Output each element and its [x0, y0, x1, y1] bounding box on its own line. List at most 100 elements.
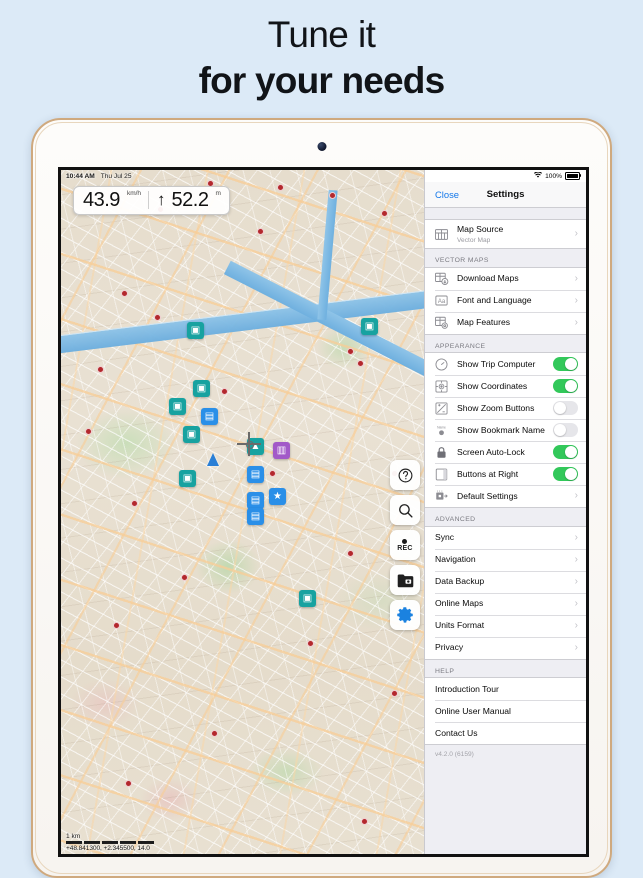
poi-badge-museum[interactable]: ▣ — [361, 318, 378, 335]
poi-dot[interactable] — [131, 500, 138, 507]
poi-dot[interactable] — [307, 640, 314, 647]
settings-row-label: Buttons at Right — [457, 468, 519, 479]
settings-row-label: Navigation — [435, 554, 476, 564]
record-button[interactable]: REC — [390, 530, 420, 560]
photo-folder-button[interactable] — [390, 565, 420, 595]
settings-group-advanced: Sync › Navigation › Data Backup › Online… — [425, 525, 586, 660]
font-language-icon: Aa — [433, 292, 450, 309]
poi-badge-museum[interactable]: ▣ — [299, 590, 316, 607]
poi-badge-star[interactable]: ★ — [269, 488, 286, 505]
poi-dot[interactable] — [97, 366, 104, 373]
poi-dot[interactable] — [277, 184, 284, 191]
settings-row-label: Show Bookmark Name — [457, 424, 545, 435]
headline-line-2: for your needs — [198, 60, 446, 101]
settings-row-online-maps[interactable]: Online Maps › — [425, 592, 586, 615]
poi-dot[interactable] — [347, 550, 354, 557]
section-header-help: HELP — [425, 659, 586, 677]
coordinates-icon — [433, 378, 450, 395]
poi-dot[interactable] — [361, 818, 368, 825]
close-button[interactable]: Close — [435, 189, 459, 200]
poi-dot[interactable] — [257, 228, 264, 235]
poi-dot[interactable] — [221, 388, 228, 395]
poi-badge-museum[interactable]: ▣ — [187, 322, 204, 339]
search-icon — [397, 502, 414, 519]
toggle-show-zoom-buttons[interactable] — [553, 400, 578, 416]
settings-row-label: Privacy — [435, 642, 464, 652]
battery-percent-label: 100% — [545, 172, 562, 180]
poi-dot[interactable] — [181, 574, 188, 581]
altitude-unit: m — [215, 190, 221, 197]
settings-row-font-and-language[interactable]: Aa Font and Language › — [425, 289, 586, 312]
settings-navbar: Settings Close — [425, 182, 586, 208]
settings-list[interactable]: Map Source Vector Map › VECTOR MAPS Down… — [425, 208, 586, 854]
poi-badge-poi[interactable]: ▤ — [247, 492, 264, 509]
toggle-buttons-at-right[interactable] — [553, 466, 578, 482]
poi-badge-poi[interactable]: ▤ — [247, 508, 264, 525]
current-position-arrow — [207, 453, 219, 466]
settings-row-label: Font and Language — [457, 295, 532, 305]
buttons-right-icon — [433, 466, 450, 483]
headline-line-1: Tune it — [267, 14, 376, 55]
settings-row-buttons-at-right[interactable]: Buttons at Right — [425, 463, 586, 485]
poi-dot[interactable] — [211, 730, 218, 737]
poi-badge-museum[interactable]: ▣ — [169, 398, 186, 415]
settings-row-map-features[interactable]: Map Features › — [425, 311, 586, 334]
app-version-label: v4.2.0 (6159) — [425, 745, 586, 764]
settings-gear-button[interactable] — [390, 600, 420, 630]
section-header-advanced: ADVANCED — [425, 508, 586, 526]
poi-dot[interactable] — [329, 192, 336, 199]
toggle-show-bookmark-name[interactable] — [553, 422, 578, 438]
poi-badge-poi[interactable]: ▤ — [247, 466, 264, 483]
map-floating-toolbar: REC — [390, 460, 420, 630]
poi-badge-poi[interactable]: ▤ — [201, 408, 218, 425]
settings-row-data-backup[interactable]: Data Backup › — [425, 570, 586, 593]
toggle-show-trip-computer[interactable] — [553, 356, 578, 372]
settings-row-show-trip-computer[interactable]: Show Trip Computer — [425, 353, 586, 375]
settings-row-label: Map Features — [457, 317, 511, 327]
map-center-crosshair — [237, 432, 261, 456]
settings-row-navigation[interactable]: Navigation › — [425, 548, 586, 571]
front-camera-icon — [317, 142, 326, 151]
poi-dot[interactable] — [347, 348, 354, 355]
poi-dot[interactable] — [125, 780, 132, 787]
poi-dot[interactable] — [391, 690, 398, 697]
settings-row-online-user-manual[interactable]: Online User Manual — [425, 700, 586, 722]
help-button[interactable] — [390, 460, 420, 490]
settings-row-map-source[interactable]: Map Source Vector Map › — [425, 220, 586, 248]
settings-row-contact-us[interactable]: Contact Us — [425, 722, 586, 744]
settings-row-sync[interactable]: Sync › — [425, 526, 586, 549]
poi-dot[interactable] — [121, 290, 128, 297]
poi-dot[interactable] — [269, 470, 276, 477]
poi-badge-museum[interactable]: ▣ — [193, 380, 210, 397]
toggle-show-coordinates[interactable] — [553, 378, 578, 394]
poi-dot[interactable] — [381, 210, 388, 217]
poi-dot[interactable] — [154, 314, 161, 321]
poi-dot[interactable] — [113, 622, 120, 629]
ipad-device-frame: ▣ ▣ ▣ ▣ ▤ ▣ ▲ ▥ ▤ ▤ ★ ▤ ▣ ▣ 10:44 AM Thu… — [31, 118, 612, 878]
poi-badge-museum[interactable]: ▣ — [183, 426, 200, 443]
trip-computer-display[interactable]: 43.9 km/h ↑ 52.2 m — [73, 186, 230, 215]
search-button[interactable] — [390, 495, 420, 525]
section-header-appearance: APPEARANCE — [425, 334, 586, 352]
toggle-screen-auto-lock[interactable] — [553, 444, 578, 460]
settings-row-show-zoom-buttons[interactable]: Show Zoom Buttons — [425, 397, 586, 419]
section-header-vector-maps: VECTOR MAPS — [425, 249, 586, 267]
settings-row-default-settings[interactable]: Default Settings › — [425, 485, 586, 507]
poi-dot[interactable] — [357, 360, 364, 367]
poi-badge-shopping[interactable]: ▥ — [273, 442, 290, 459]
settings-row-show-bookmark-name[interactable]: Name Show Bookmark Name — [425, 419, 586, 441]
altitude-value: 52.2 — [171, 189, 209, 211]
settings-row-introduction-tour[interactable]: Introduction Tour — [425, 678, 586, 700]
bookmark-name-icon: Name — [433, 422, 450, 439]
speed-unit: km/h — [126, 190, 142, 197]
poi-dot[interactable] — [85, 428, 92, 435]
map-pane[interactable]: ▣ ▣ ▣ ▣ ▤ ▣ ▲ ▥ ▤ ▤ ★ ▤ ▣ ▣ 10:44 AM Thu… — [61, 170, 424, 854]
settings-row-units-format[interactable]: Units Format › — [425, 614, 586, 637]
settings-row-privacy[interactable]: Privacy › — [425, 636, 586, 659]
settings-row-download-maps[interactable]: Download Maps › — [425, 267, 586, 290]
settings-row-show-coordinates[interactable]: Show Coordinates — [425, 375, 586, 397]
settings-row-screen-auto-lock[interactable]: Screen Auto-Lock — [425, 441, 586, 463]
default-settings-icon — [433, 488, 450, 505]
poi-badge-park[interactable]: ▣ — [179, 470, 196, 487]
ios-status-bar-left: 10:44 AM Thu Jul 25 — [61, 170, 424, 182]
